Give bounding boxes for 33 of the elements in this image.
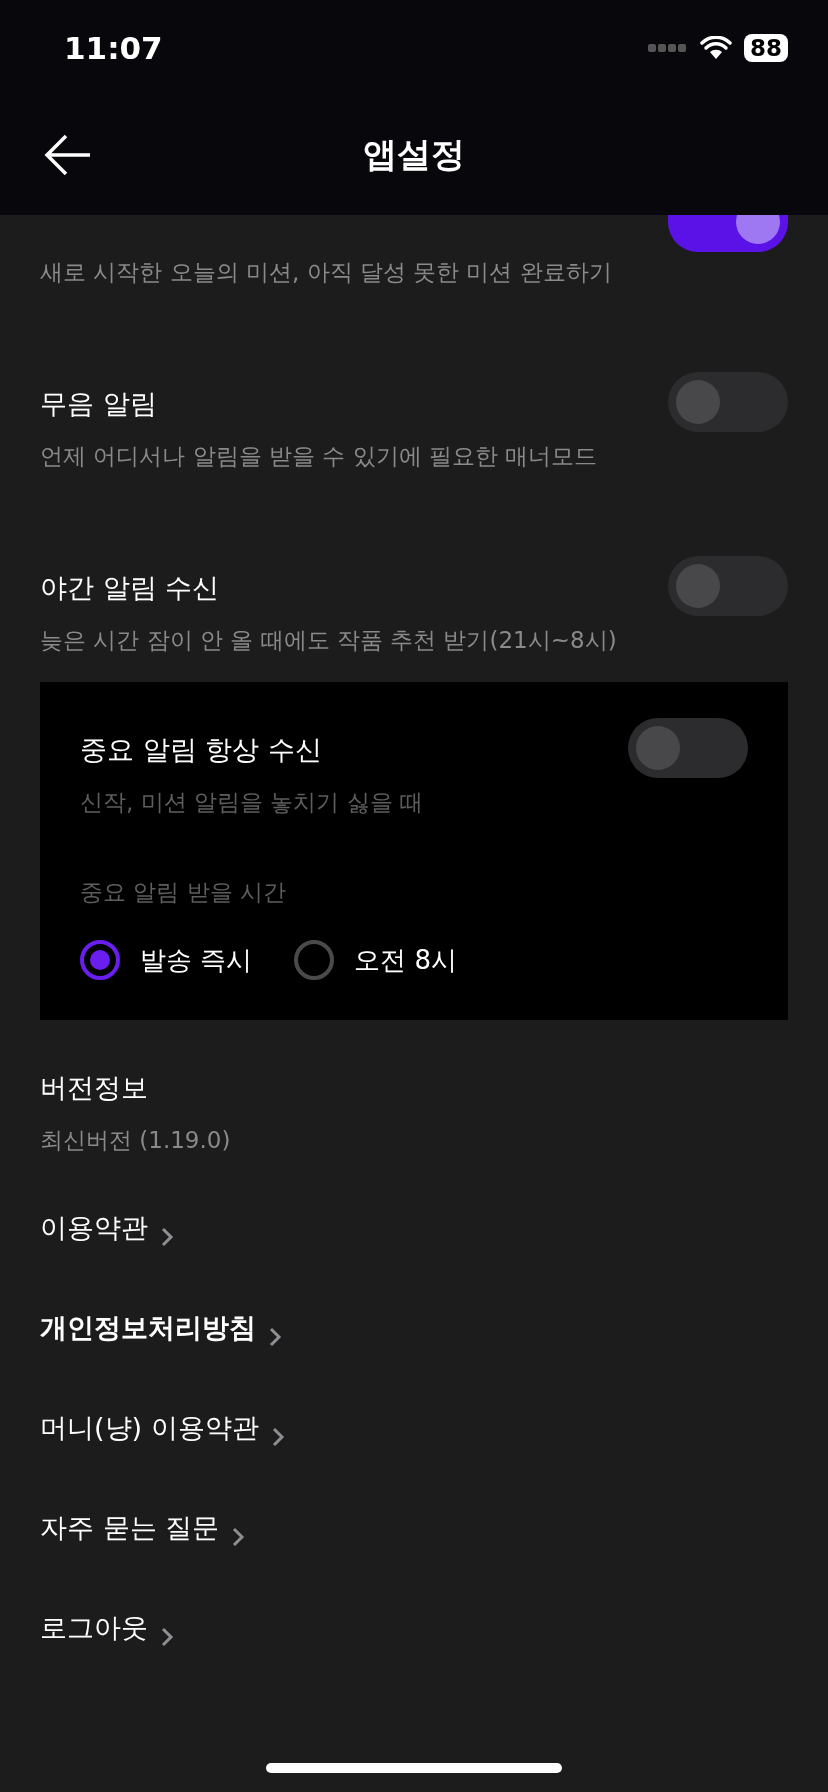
menu-link[interactable]: 개인정보처리방침 bbox=[40, 1308, 282, 1348]
setting-title: 무음 알림 bbox=[40, 387, 158, 421]
back-arrow-icon bbox=[44, 133, 92, 177]
menu-link[interactable]: 로그아웃 bbox=[40, 1608, 174, 1648]
time-label: 중요 알림 받을 시간 bbox=[80, 878, 287, 907]
chevron-right-icon bbox=[268, 1326, 282, 1348]
chevron-right-icon bbox=[270, 1426, 285, 1448]
setting-description: 새로 시작한 오늘의 미션, 아직 달성 못한 미션 완료하기 bbox=[40, 258, 612, 287]
battery-indicator: 88 bbox=[744, 33, 788, 62]
setting-description: 늦은 시간 잠이 안 올 때에도 작품 추천 받기(21시~8시) bbox=[40, 626, 617, 655]
chevron-right-icon bbox=[160, 1226, 174, 1248]
chevron-right-icon bbox=[160, 1626, 174, 1648]
status-time: 11:07 bbox=[64, 29, 163, 66]
radio-label: 오전 8시 bbox=[354, 943, 458, 977]
radio-label: 발송 즉시 bbox=[140, 943, 253, 977]
menu-link[interactable]: 자주 묻는 질문 bbox=[40, 1508, 246, 1548]
radio-button[interactable] bbox=[294, 940, 335, 980]
setting-description: 신작, 미션 알림을 놓치기 싫을 때 bbox=[80, 788, 423, 817]
setting-title: 야간 알림 수신 bbox=[40, 571, 221, 605]
toggle-switch[interactable] bbox=[628, 718, 748, 778]
chevron-right-icon bbox=[231, 1526, 246, 1548]
signal-icon bbox=[648, 43, 688, 52]
version-title: 버전정보 bbox=[40, 1071, 149, 1105]
radio-button[interactable] bbox=[80, 940, 120, 980]
back-button[interactable] bbox=[44, 133, 92, 177]
menu-link[interactable]: 이용약관 bbox=[40, 1208, 174, 1248]
wifi-icon bbox=[700, 35, 732, 60]
screen-title: 앱설정 bbox=[363, 133, 465, 176]
setting-description: 언제 어디서나 알림을 받을 수 있기에 필요한 매너모드 bbox=[40, 442, 598, 471]
menu-link[interactable]: 머니(냥) 이용약관 bbox=[40, 1408, 285, 1448]
version-value: 최신버전 (1.19.0) bbox=[40, 1126, 232, 1155]
toggle-switch[interactable] bbox=[668, 215, 788, 252]
setting-title: 중요 알림 항상 수신 bbox=[80, 733, 323, 767]
